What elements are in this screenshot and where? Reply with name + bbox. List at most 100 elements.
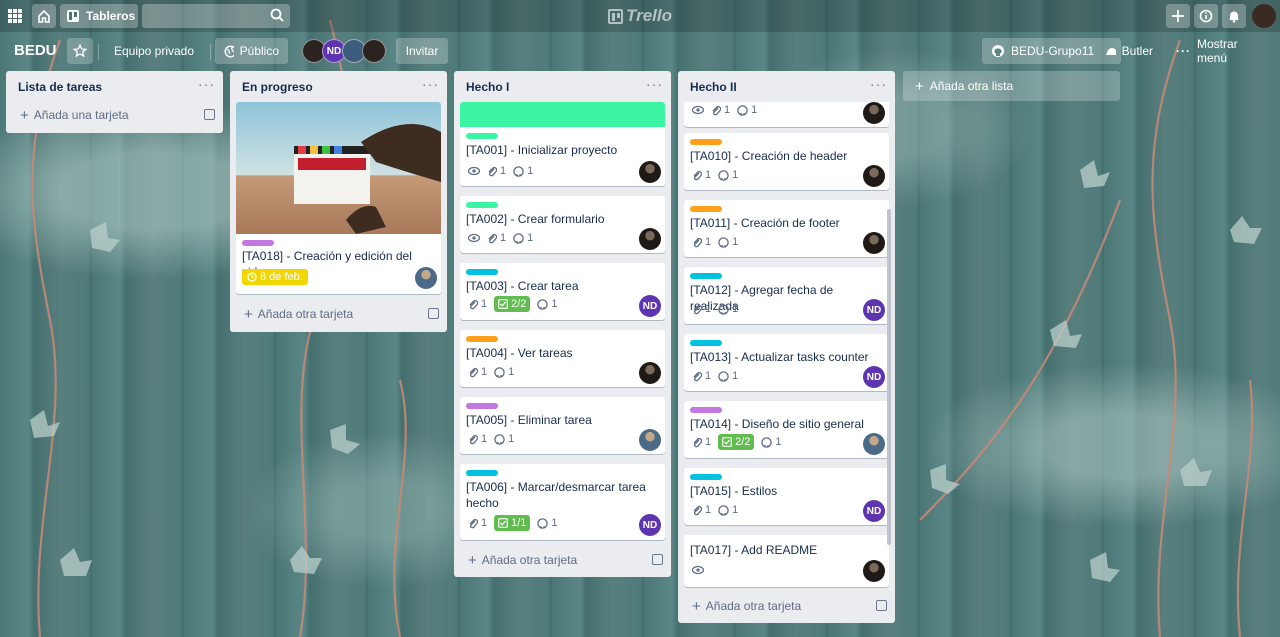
invite-button[interactable]: Invitar <box>396 38 448 64</box>
paperclip-icon <box>469 367 478 377</box>
list-menu-icon[interactable]: ··· <box>646 76 663 92</box>
card-ta013[interactable]: [TA013] - Actualizar tasks counter 1 1 N… <box>684 334 889 391</box>
github-icon <box>718 169 729 181</box>
card-badges: 1 1 <box>692 169 738 181</box>
card-ta018[interactable]: [TA018] - Creación y edición del video 8… <box>236 102 441 294</box>
card-ta004[interactable]: [TA004] - Ver tareas 1 1 <box>460 330 665 387</box>
butler-button[interactable]: Butler <box>1096 38 1162 64</box>
paperclip-icon <box>693 237 702 247</box>
card-member-avatar[interactable] <box>639 161 661 183</box>
github-badge: 1 <box>718 169 738 181</box>
card-ta006[interactable]: [TA006] - Marcar/desmarcar tarea hecho 1… <box>460 464 665 540</box>
card-ta003[interactable]: [TA003] - Crear tarea 1 2/2 1 ND <box>460 263 665 320</box>
card-ta010[interactable]: [TA010] - Creación de header 1 1 <box>684 133 889 190</box>
card-member-avatar[interactable] <box>863 102 885 124</box>
list-menu-icon[interactable]: ··· <box>870 76 887 92</box>
trello-logo[interactable]: Trello <box>608 6 672 26</box>
card-template-icon[interactable] <box>428 308 439 319</box>
apps-grid-icon <box>8 9 22 23</box>
add-card-button[interactable]: + Añada una tarjeta <box>6 101 223 129</box>
github-icon <box>494 366 505 378</box>
checkbox-icon <box>498 518 509 528</box>
card-member-avatar-nd[interactable]: ND <box>639 514 661 536</box>
card-template-icon[interactable] <box>876 600 887 611</box>
checkbox-icon <box>722 437 733 447</box>
github-icon <box>513 165 524 177</box>
github-icon <box>513 232 524 244</box>
card-member-avatar[interactable] <box>639 362 661 384</box>
github-badge: 1 <box>513 165 533 177</box>
card-member-avatar[interactable] <box>863 165 885 187</box>
card-member-avatar-nd[interactable]: ND <box>863 299 885 321</box>
list-title[interactable]: En progreso <box>242 80 313 94</box>
card-ta017[interactable]: [TA017] - Add README <box>684 535 889 587</box>
show-menu-button[interactable]: ··· Mostrar menú <box>1167 37 1271 65</box>
apps-button[interactable] <box>4 4 26 28</box>
card-ta014[interactable]: [TA014] - Diseño de sitio general 1 2/2 … <box>684 401 889 458</box>
github-icon <box>537 298 549 310</box>
add-card-button[interactable]: + Añada otra tarjeta <box>454 546 671 574</box>
search-icon <box>270 8 284 22</box>
card-partial[interactable]: 1 1 <box>684 102 889 127</box>
home-button[interactable] <box>32 4 56 28</box>
card-ta005[interactable]: [TA005] - Eliminar tarea 1 1 <box>460 397 665 454</box>
info-button[interactable] <box>1194 4 1218 28</box>
card-member-avatar-nd[interactable]: ND <box>863 366 885 388</box>
user-avatar[interactable] <box>1252 4 1276 28</box>
card-ta015[interactable]: [TA015] - Estilos 1 1 ND <box>684 468 889 525</box>
search-input[interactable] <box>142 4 290 28</box>
member-avatar[interactable] <box>362 39 386 63</box>
team-button[interactable]: Equipo privado <box>102 38 206 64</box>
plus-icon: + <box>244 305 253 323</box>
paperclip-icon <box>693 304 702 314</box>
card-ta002[interactable]: [TA002] - Crear formulario 1 1 <box>460 196 665 253</box>
due-date-badge[interactable]: 8 de feb. <box>242 269 308 285</box>
list-title[interactable]: Hecho I <box>466 80 509 94</box>
list-menu-icon[interactable]: ··· <box>198 76 215 92</box>
card-ta011[interactable]: [TA011] - Creación de footer 1 1 <box>684 200 889 257</box>
divider <box>98 44 99 60</box>
add-card-button[interactable]: + Añada otra tarjeta <box>678 592 895 620</box>
attachment-badge: 1 <box>468 366 487 378</box>
star-board-button[interactable] <box>67 38 93 64</box>
card-template-icon[interactable] <box>204 109 215 120</box>
list-header: Hecho II ··· <box>678 71 895 101</box>
add-card-button[interactable]: + Añada otra tarjeta <box>230 300 447 328</box>
visibility-button[interactable]: Público <box>215 38 288 64</box>
notifications-button[interactable] <box>1222 4 1246 28</box>
add-card-label: Añada otra tarjeta <box>257 307 354 321</box>
boards-button[interactable]: Tableros <box>60 4 138 28</box>
list-title[interactable]: Hecho II <box>690 80 737 94</box>
card-badges <box>692 565 704 575</box>
card-member-avatar[interactable] <box>639 228 661 250</box>
list-scrollbar[interactable] <box>887 209 891 545</box>
add-list-button[interactable]: + Añada otra lista <box>903 71 1120 101</box>
card-cover <box>460 102 665 127</box>
card-cover-image <box>236 102 441 234</box>
card-member-avatar-nd[interactable]: ND <box>639 295 661 317</box>
board-title[interactable]: BEDU <box>14 42 57 59</box>
list-title[interactable]: Lista de tareas <box>18 80 102 94</box>
card-ta001[interactable]: [TA001] - Inicializar proyecto 1 1 <box>460 102 665 186</box>
invite-label: Invitar <box>405 44 439 58</box>
card-member-avatar[interactable] <box>863 433 885 455</box>
card-member-avatar-nd[interactable]: ND <box>863 500 885 522</box>
card-member-avatar[interactable] <box>863 232 885 254</box>
list-menu-icon[interactable]: ··· <box>422 76 439 92</box>
card-member-avatar[interactable] <box>863 560 885 582</box>
paperclip-icon <box>469 299 478 309</box>
card-badges: 1 1 <box>692 104 757 116</box>
card-title: [TA017] - Add README <box>690 543 818 557</box>
card-template-icon[interactable] <box>652 554 663 565</box>
card-member-avatar[interactable] <box>639 429 661 451</box>
github-badge: 1 <box>718 236 738 248</box>
create-button[interactable] <box>1166 4 1190 28</box>
checkbox-icon <box>498 299 509 309</box>
list-hecho-i: Hecho I ··· [TA001] - Inicializar proyec… <box>454 71 671 577</box>
attachment-badge: 1 <box>692 370 711 382</box>
attachment-badge: 1 <box>692 504 711 516</box>
list-header: Hecho I ··· <box>454 71 671 101</box>
card-member-avatar[interactable] <box>415 267 437 289</box>
card-ta012[interactable]: [TA012] - Agregar fecha de realizada 1 1… <box>684 267 889 324</box>
butler-bell-icon <box>1106 48 1116 55</box>
